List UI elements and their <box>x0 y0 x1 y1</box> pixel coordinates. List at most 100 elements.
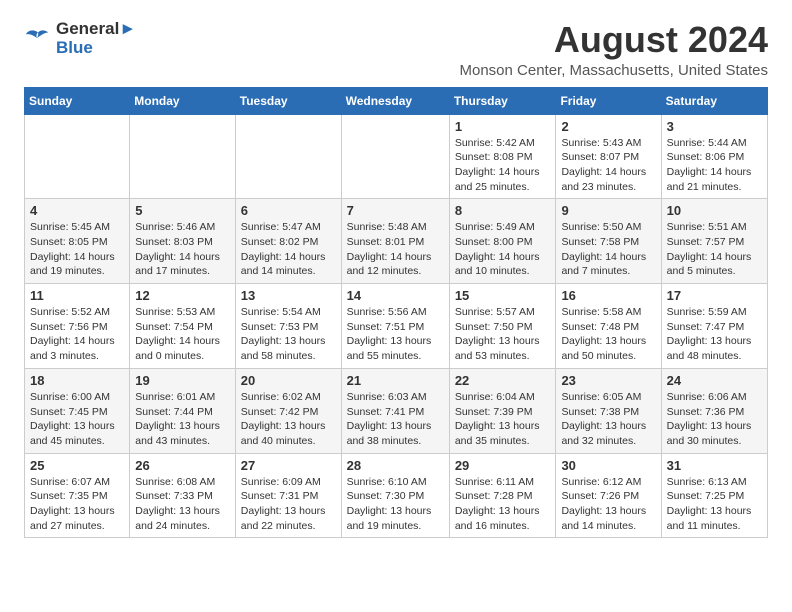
day-number: 19 <box>135 373 230 388</box>
calendar-cell <box>235 114 341 199</box>
calendar-cell: 23 Sunrise: 6:05 AM Sunset: 7:38 PM Dayli… <box>556 368 661 453</box>
day-info: Sunrise: 6:06 AM Sunset: 7:36 PM Dayligh… <box>667 390 762 449</box>
day-info: Sunrise: 6:03 AM Sunset: 7:41 PM Dayligh… <box>347 390 444 449</box>
calendar-week-row: 25 Sunrise: 6:07 AM Sunset: 7:35 PM Dayli… <box>25 453 768 538</box>
day-info: Sunrise: 5:42 AM Sunset: 8:08 PM Dayligh… <box>455 136 551 195</box>
calendar-cell: 20 Sunrise: 6:02 AM Sunset: 7:42 PM Dayli… <box>235 368 341 453</box>
day-number: 28 <box>347 458 444 473</box>
day-info: Sunrise: 6:08 AM Sunset: 7:33 PM Dayligh… <box>135 475 230 534</box>
calendar-week-row: 4 Sunrise: 5:45 AM Sunset: 8:05 PM Daylig… <box>25 199 768 284</box>
day-number: 6 <box>241 203 336 218</box>
day-info: Sunrise: 6:02 AM Sunset: 7:42 PM Dayligh… <box>241 390 336 449</box>
calendar-cell: 31Sunrise: 6:13 AM Sunset: 7:25 PM Dayli… <box>661 453 767 538</box>
day-info: Sunrise: 5:48 AM Sunset: 8:01 PM Dayligh… <box>347 220 444 279</box>
day-number: 15 <box>455 288 551 303</box>
calendar-cell: 11 Sunrise: 5:52 AM Sunset: 7:56 PM Dayli… <box>25 284 130 369</box>
day-number: 10 <box>667 203 762 218</box>
calendar-cell: 10 Sunrise: 5:51 AM Sunset: 7:57 PM Dayli… <box>661 199 767 284</box>
day-number: 2 <box>561 119 655 134</box>
day-info: Sunrise: 6:09 AM Sunset: 7:31 PM Dayligh… <box>241 475 336 534</box>
day-number: 30 <box>561 458 655 473</box>
calendar-day-header: Sunday <box>25 87 130 114</box>
calendar-day-header: Saturday <box>661 87 767 114</box>
calendar-cell: 26 Sunrise: 6:08 AM Sunset: 7:33 PM Dayli… <box>130 453 236 538</box>
day-info: Sunrise: 5:58 AM Sunset: 7:48 PM Dayligh… <box>561 305 655 364</box>
calendar-cell: 5 Sunrise: 5:46 AM Sunset: 8:03 PM Daylig… <box>130 199 236 284</box>
calendar-cell: 2Sunrise: 5:43 AM Sunset: 8:07 PM Daylig… <box>556 114 661 199</box>
day-info: Sunrise: 6:12 AM Sunset: 7:26 PM Dayligh… <box>561 475 655 534</box>
calendar-cell: 24 Sunrise: 6:06 AM Sunset: 7:36 PM Dayli… <box>661 368 767 453</box>
day-info: Sunrise: 6:05 AM Sunset: 7:38 PM Dayligh… <box>561 390 655 449</box>
calendar-table: SundayMondayTuesdayWednesdayThursdayFrid… <box>24 87 768 539</box>
day-number: 20 <box>241 373 336 388</box>
calendar-cell: 13Sunrise: 5:54 AM Sunset: 7:53 PM Dayli… <box>235 284 341 369</box>
calendar-cell: 30 Sunrise: 6:12 AM Sunset: 7:26 PM Dayli… <box>556 453 661 538</box>
day-number: 1 <box>455 119 551 134</box>
day-info: Sunrise: 5:50 AM Sunset: 7:58 PM Dayligh… <box>561 220 655 279</box>
day-number: 24 <box>667 373 762 388</box>
calendar-cell <box>25 114 130 199</box>
logo: General► Blue <box>24 20 136 57</box>
day-info: Sunrise: 6:04 AM Sunset: 7:39 PM Dayligh… <box>455 390 551 449</box>
calendar-cell: 17 Sunrise: 5:59 AM Sunset: 7:47 PM Dayli… <box>661 284 767 369</box>
day-info: Sunrise: 6:00 AM Sunset: 7:45 PM Dayligh… <box>30 390 124 449</box>
day-info: Sunrise: 5:44 AM Sunset: 8:06 PM Dayligh… <box>667 136 762 195</box>
calendar-week-row: 1 Sunrise: 5:42 AM Sunset: 8:08 PM Daylig… <box>25 114 768 199</box>
day-number: 5 <box>135 203 230 218</box>
day-number: 8 <box>455 203 551 218</box>
day-info: Sunrise: 6:07 AM Sunset: 7:35 PM Dayligh… <box>30 475 124 534</box>
day-number: 3 <box>667 119 762 134</box>
calendar-cell: 3 Sunrise: 5:44 AM Sunset: 8:06 PM Daylig… <box>661 114 767 199</box>
day-info: Sunrise: 5:57 AM Sunset: 7:50 PM Dayligh… <box>455 305 551 364</box>
calendar-week-row: 18 Sunrise: 6:00 AM Sunset: 7:45 PM Dayli… <box>25 368 768 453</box>
calendar-day-header: Friday <box>556 87 661 114</box>
logo-icon <box>24 25 52 53</box>
day-number: 27 <box>241 458 336 473</box>
subtitle: Monson Center, Massachusetts, United Sta… <box>460 62 769 79</box>
day-number: 11 <box>30 288 124 303</box>
day-info: Sunrise: 6:01 AM Sunset: 7:44 PM Dayligh… <box>135 390 230 449</box>
day-number: 14 <box>347 288 444 303</box>
day-info: Sunrise: 5:47 AM Sunset: 8:02 PM Dayligh… <box>241 220 336 279</box>
calendar-cell <box>341 114 449 199</box>
day-number: 13 <box>241 288 336 303</box>
day-number: 26 <box>135 458 230 473</box>
main-title: August 2024 <box>460 20 769 60</box>
calendar-week-row: 11 Sunrise: 5:52 AM Sunset: 7:56 PM Dayli… <box>25 284 768 369</box>
day-number: 9 <box>561 203 655 218</box>
calendar-cell: 18 Sunrise: 6:00 AM Sunset: 7:45 PM Dayli… <box>25 368 130 453</box>
day-number: 25 <box>30 458 124 473</box>
calendar-day-header: Wednesday <box>341 87 449 114</box>
day-info: Sunrise: 5:51 AM Sunset: 7:57 PM Dayligh… <box>667 220 762 279</box>
day-info: Sunrise: 5:52 AM Sunset: 7:56 PM Dayligh… <box>30 305 124 364</box>
calendar-cell: 28Sunrise: 6:10 AM Sunset: 7:30 PM Dayli… <box>341 453 449 538</box>
day-number: 31 <box>667 458 762 473</box>
logo-text: General► Blue <box>56 20 136 57</box>
day-number: 12 <box>135 288 230 303</box>
calendar-cell: 22 Sunrise: 6:04 AM Sunset: 7:39 PM Dayli… <box>449 368 556 453</box>
day-number: 23 <box>561 373 655 388</box>
day-number: 22 <box>455 373 551 388</box>
calendar-header-row: SundayMondayTuesdayWednesdayThursdayFrid… <box>25 87 768 114</box>
title-block: August 2024 Monson Center, Massachusetts… <box>460 20 769 79</box>
day-number: 17 <box>667 288 762 303</box>
calendar-cell: 15 Sunrise: 5:57 AM Sunset: 7:50 PM Dayli… <box>449 284 556 369</box>
calendar-cell: 9 Sunrise: 5:50 AM Sunset: 7:58 PM Daylig… <box>556 199 661 284</box>
calendar-day-header: Monday <box>130 87 236 114</box>
day-info: Sunrise: 5:59 AM Sunset: 7:47 PM Dayligh… <box>667 305 762 364</box>
day-info: Sunrise: 5:53 AM Sunset: 7:54 PM Dayligh… <box>135 305 230 364</box>
calendar-cell: 1 Sunrise: 5:42 AM Sunset: 8:08 PM Daylig… <box>449 114 556 199</box>
day-info: Sunrise: 5:56 AM Sunset: 7:51 PM Dayligh… <box>347 305 444 364</box>
day-info: Sunrise: 5:46 AM Sunset: 8:03 PM Dayligh… <box>135 220 230 279</box>
calendar-cell: 14 Sunrise: 5:56 AM Sunset: 7:51 PM Dayli… <box>341 284 449 369</box>
calendar-cell: 25 Sunrise: 6:07 AM Sunset: 7:35 PM Dayli… <box>25 453 130 538</box>
day-number: 29 <box>455 458 551 473</box>
calendar-cell: 27 Sunrise: 6:09 AM Sunset: 7:31 PM Dayli… <box>235 453 341 538</box>
day-number: 18 <box>30 373 124 388</box>
day-info: Sunrise: 5:45 AM Sunset: 8:05 PM Dayligh… <box>30 220 124 279</box>
page-header: General► Blue August 2024 Monson Center,… <box>24 20 768 79</box>
calendar-cell: 8Sunrise: 5:49 AM Sunset: 8:00 PM Daylig… <box>449 199 556 284</box>
calendar-cell: 4 Sunrise: 5:45 AM Sunset: 8:05 PM Daylig… <box>25 199 130 284</box>
day-number: 4 <box>30 203 124 218</box>
calendar-cell: 7Sunrise: 5:48 AM Sunset: 8:01 PM Daylig… <box>341 199 449 284</box>
